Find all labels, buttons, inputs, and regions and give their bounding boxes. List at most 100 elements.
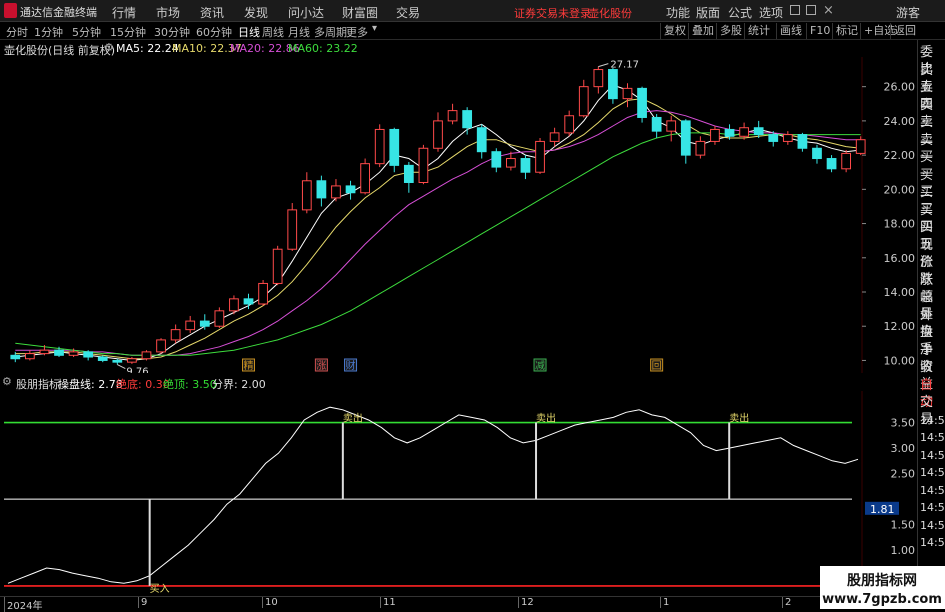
y-tick-label: 10.00 — [884, 354, 916, 367]
more-chevron-icon[interactable]: ▾ — [372, 23, 377, 34]
toolbar-statistics[interactable]: 统计 — [744, 23, 773, 39]
candle-body — [797, 134, 808, 149]
candle-body — [680, 120, 691, 156]
indicator-y-tick: 2.50 — [891, 468, 916, 481]
period-more[interactable]: 更多 — [346, 24, 368, 40]
watermark-logo: 股朋指标网 www.7gpzb.com — [820, 566, 945, 609]
maximize-icon[interactable] — [806, 5, 816, 15]
menu-wealth[interactable]: 财富圈 — [342, 4, 378, 21]
indicator-top-value: 绝顶: 3.50 — [163, 378, 217, 391]
event-marker: 减 — [535, 360, 545, 372]
candle-body — [83, 351, 94, 358]
toolbar-drawing[interactable]: 画线 — [776, 23, 805, 39]
candlestick-chart[interactable]: 26.00 24.00 22.00 20.00 18.00 16.00 14.00 12.00… — [0, 57, 915, 373]
period-30min[interactable]: 30分钟 — [154, 24, 190, 40]
period-5min[interactable]: 5分钟 — [72, 24, 101, 40]
menu-layout[interactable]: 版面 — [696, 4, 720, 21]
y-tick-label: 24.00 — [884, 115, 916, 128]
candle-body — [753, 127, 764, 136]
candle-body — [331, 185, 341, 199]
indicator-y-tick: 1.00 — [891, 544, 916, 557]
candle-body — [549, 132, 560, 142]
low-annotation-leader — [117, 364, 126, 369]
toolbar-restore-rights[interactable]: 复权 — [660, 23, 689, 39]
indicator-name: 股朋指标 — [16, 378, 60, 391]
close-icon[interactable]: × — [823, 3, 834, 18]
low-price-label: 9.76 — [126, 367, 148, 373]
date-axis-label: 10 — [262, 597, 278, 608]
candle-body — [199, 320, 210, 327]
sell-signal-label: 卖出 — [536, 412, 556, 425]
toolbar-overlay[interactable]: 叠加 — [688, 23, 717, 39]
candle-body — [826, 158, 837, 170]
quote-panel-item: 14:56 — [920, 536, 945, 549]
candle-body — [768, 134, 779, 142]
event-marker: 回 — [652, 360, 662, 372]
date-axis-label: 1 — [660, 597, 669, 608]
candle-body — [535, 140, 545, 173]
toolbar-back[interactable]: 返回 — [890, 23, 919, 39]
period-timeshare[interactable]: 分时 — [6, 24, 28, 40]
toolbar-f10[interactable]: F10 — [806, 23, 833, 39]
date-axis-label: 9 — [138, 597, 147, 608]
candle-body — [10, 354, 21, 360]
candle-body — [97, 356, 108, 361]
period-15min[interactable]: 15分钟 — [110, 24, 146, 40]
candle-body — [39, 349, 50, 355]
stock-name: 壶化股份 — [588, 7, 632, 20]
candle-body — [622, 87, 633, 100]
sell-signal-label: 卖出 — [729, 412, 749, 425]
y-tick-label: 14.00 — [884, 286, 916, 299]
indicator-header: ⚙ 股朋指标 操盘线: 2.78 绝底: 0.30 绝顶: 3.50 分界: 2… — [0, 374, 915, 391]
toolbar-multi-stock[interactable]: 多股 — [716, 23, 745, 39]
date-axis-label: 11 — [380, 597, 396, 608]
guest-label[interactable]: 游客 — [896, 4, 920, 21]
indicator-settings-icon[interactable]: ⚙ — [2, 375, 12, 388]
menu-discover[interactable]: 发现 — [244, 4, 268, 21]
date-axis-label: 12 — [518, 597, 534, 608]
period-multi[interactable]: 多周期 — [314, 24, 347, 40]
candle-body — [841, 152, 852, 170]
indicator-chart[interactable]: 3.50 3.00 2.50 1.81 1.50 1.00 买入 卖出 卖出 卖出 — [0, 391, 915, 597]
svg-text:www.7gpzb.com: www.7gpzb.com — [822, 592, 942, 607]
quote-panel-item: 14:56 — [920, 431, 945, 444]
minimize-icon[interactable] — [790, 5, 800, 15]
candle-body — [127, 358, 137, 363]
period-weekly[interactable]: 周线 — [262, 24, 284, 40]
quote-panel-item: 14:56 — [920, 448, 945, 462]
period-60min[interactable]: 60分钟 — [196, 24, 232, 40]
toolbar-mark[interactable]: 标记 — [832, 23, 861, 39]
event-marker: 财 — [346, 359, 356, 372]
period-daily[interactable]: 日线 — [238, 24, 260, 40]
period-toolbar: 分时 1分钟 5分钟 15分钟 30分钟 60分钟 日线 周线 月线 多周期 更… — [0, 22, 945, 40]
candle-body — [345, 185, 356, 194]
menu-ask[interactable]: 问小达 — [288, 4, 324, 21]
svg-text:股朋指标网: 股朋指标网 — [847, 572, 917, 589]
menu-exchange[interactable]: 市场 — [156, 4, 180, 21]
menu-trade[interactable]: 交易 — [396, 4, 420, 21]
settings-icon[interactable]: ⚙ — [104, 41, 114, 54]
quote-panel-item: 14:56 — [920, 466, 945, 479]
period-1min[interactable]: 1分钟 — [34, 24, 63, 40]
menu-options[interactable]: 选项 — [759, 4, 783, 21]
menu-news[interactable]: 资讯 — [200, 4, 224, 21]
period-monthly[interactable]: 月线 — [288, 24, 310, 40]
candle-body — [666, 120, 677, 132]
menu-formula[interactable]: 公式 — [728, 4, 752, 21]
candle-body — [141, 351, 152, 360]
candle-body — [812, 147, 822, 160]
y-tick-label: 20.00 — [884, 183, 916, 196]
candle-body — [506, 158, 516, 168]
indicator-y-tick: 3.00 — [891, 442, 916, 455]
ma5-value: MA5: 22.24 — [116, 42, 179, 55]
high-price-label: 27.17 — [610, 60, 639, 71]
date-axis-label: 2024年 — [4, 597, 42, 612]
candle-body — [418, 147, 429, 183]
event-marker: 精 — [244, 359, 254, 372]
candle-body — [651, 116, 662, 132]
menu-market[interactable]: 行情 — [112, 4, 136, 21]
menu-function[interactable]: 功能 — [666, 4, 690, 21]
candle-body — [593, 69, 604, 88]
chart-title: 壶化股份(日线 前复权) — [4, 44, 116, 57]
quote-panel: 委比 卖五 卖四 卖三 卖二 卖一 买一 买二 买三 买四 买五 现价 涨跌 涨幅 总量 外盘 换手 净资 收益 自动… — [917, 40, 945, 609]
